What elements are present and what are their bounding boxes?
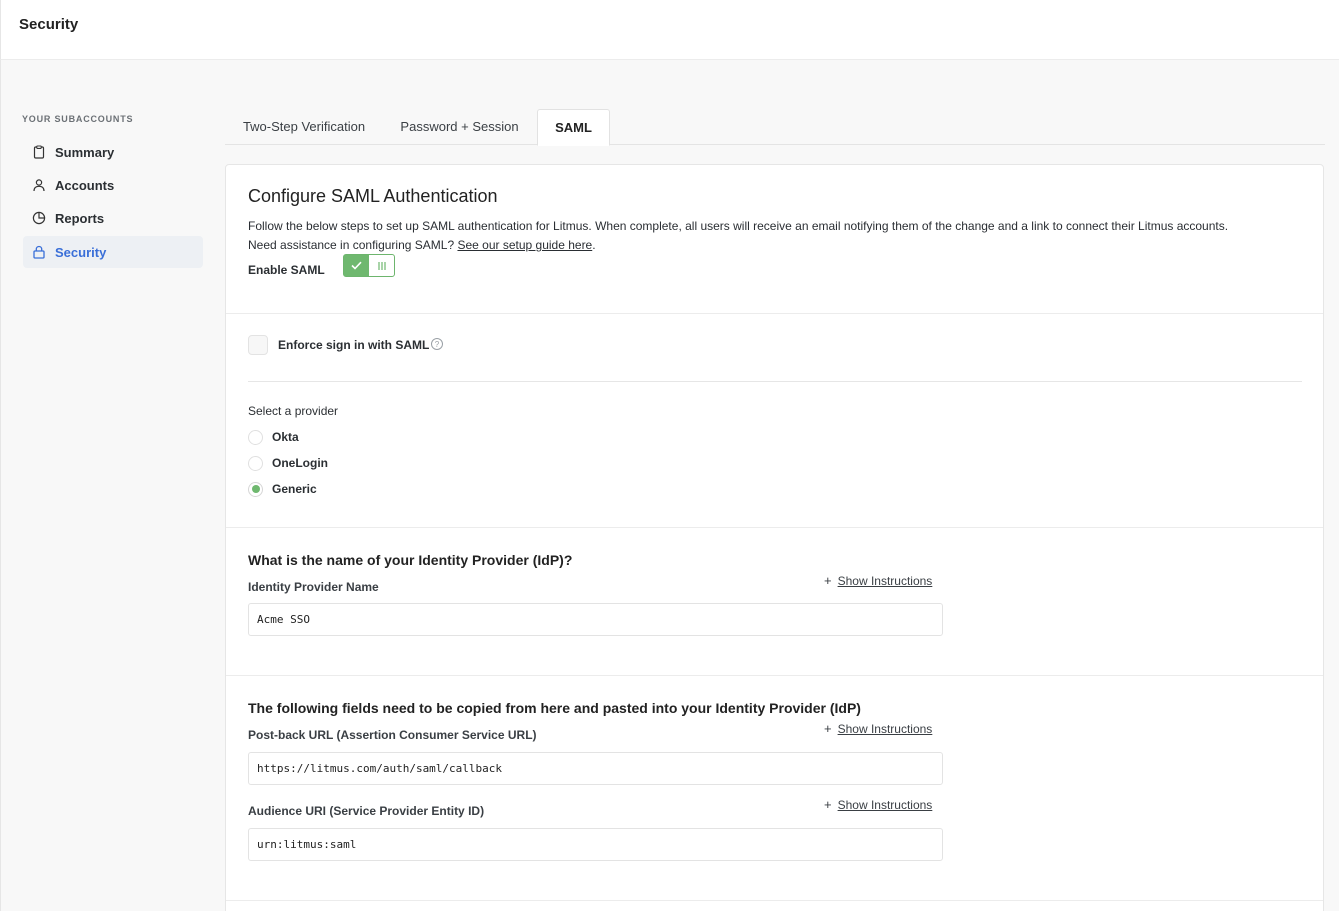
- saml-card: Configure SAML Authentication Follow the…: [225, 164, 1324, 911]
- tab-saml[interactable]: SAML: [537, 109, 610, 146]
- sidebar-heading: YOUR SUBACCOUNTS: [22, 114, 134, 124]
- page-title: Security: [19, 16, 79, 33]
- tab-two-step-verification[interactable]: Two-Step Verification: [234, 109, 374, 145]
- provider-label: Select a provider: [248, 404, 339, 418]
- description-line: Follow the below steps to set up SAML au…: [248, 219, 1229, 233]
- enable-saml-toggle[interactable]: [343, 254, 395, 277]
- idp-name-label: Identity Provider Name: [248, 580, 379, 594]
- plus-icon: +: [824, 721, 832, 736]
- plus-icon: +: [824, 573, 832, 588]
- clipboard-icon: [31, 144, 47, 160]
- plus-icon: +: [824, 797, 832, 812]
- help-icon[interactable]: ?: [431, 338, 443, 350]
- show-instructions-link[interactable]: Show Instructions: [838, 722, 933, 736]
- divider: [248, 381, 1302, 382]
- guide-suffix: .: [592, 238, 596, 252]
- sidebar-item-reports[interactable]: Reports: [23, 202, 203, 234]
- audience-uri-field[interactable]: urn:litmus:saml: [248, 828, 943, 861]
- provider-option-okta[interactable]: Okta: [248, 428, 299, 446]
- assist-text: Need assistance in configuring SAML?: [248, 238, 455, 252]
- show-instructions-postback[interactable]: + Show Instructions: [824, 721, 932, 736]
- divider: [226, 527, 1323, 528]
- sidebar-item-accounts[interactable]: Accounts: [23, 169, 203, 201]
- divider: [226, 313, 1323, 314]
- section-title: Configure SAML Authentication: [248, 186, 498, 206]
- provider-option-onelogin[interactable]: OneLogin: [248, 454, 328, 472]
- provider-option-label: Generic: [272, 482, 317, 496]
- radio-button[interactable]: [248, 455, 263, 471]
- radio-button-selected[interactable]: [248, 481, 263, 497]
- postback-url-label: Post-back URL (Assertion Consumer Servic…: [248, 728, 537, 742]
- tab-bar: Two-Step Verification Password + Session…: [225, 109, 1325, 146]
- enforce-saml-checkbox[interactable]: [248, 335, 268, 355]
- show-instructions-link[interactable]: Show Instructions: [838, 798, 933, 812]
- setup-guide-link[interactable]: See our setup guide here: [457, 238, 592, 252]
- show-instructions-idp[interactable]: + Show Instructions: [824, 573, 932, 588]
- provider-option-label: Okta: [272, 430, 299, 444]
- show-instructions-link[interactable]: Show Instructions: [838, 574, 933, 588]
- pie-chart-icon: [31, 210, 47, 226]
- audience-uri-label: Audience URI (Service Provider Entity ID…: [248, 804, 485, 818]
- radio-dot: [251, 485, 260, 493]
- idp-question: What is the name of your Identity Provid…: [248, 552, 573, 568]
- toggle-handle-icon: [369, 255, 394, 276]
- sidebar: YOUR SUBACCOUNTS Summary Accounts Report…: [0, 60, 215, 911]
- tab-password-session[interactable]: Password + Session: [393, 109, 526, 145]
- divider: [226, 675, 1323, 676]
- sidebar-item-label: Accounts: [55, 177, 115, 193]
- top-bar: Security: [0, 0, 1339, 60]
- sidebar-item-security[interactable]: Security: [23, 236, 203, 268]
- description-text: Follow the below steps to set up SAML au…: [248, 217, 1308, 255]
- enforce-saml-label: Enforce sign in with SAML: [278, 338, 430, 352]
- enable-saml-label: Enable SAML: [248, 263, 325, 277]
- sidebar-item-label: Summary: [55, 144, 115, 160]
- idp-name-input[interactable]: Acme SSO: [248, 603, 943, 636]
- provider-option-generic[interactable]: Generic: [248, 480, 317, 498]
- sidebar-item-label: Security: [55, 244, 107, 260]
- user-icon: [31, 177, 47, 193]
- divider: [226, 900, 1323, 901]
- sidebar-item-label: Reports: [55, 210, 105, 226]
- checkmark-icon: [344, 255, 369, 276]
- radio-button[interactable]: [248, 429, 263, 445]
- provider-option-label: OneLogin: [272, 456, 328, 470]
- postback-url-field[interactable]: https://litmus.com/auth/saml/callback: [248, 752, 943, 785]
- show-instructions-audience[interactable]: + Show Instructions: [824, 797, 932, 812]
- lock-icon: [31, 244, 47, 260]
- copy-fields-title: The following fields need to be copied f…: [248, 700, 861, 716]
- sidebar-item-summary[interactable]: Summary: [23, 136, 203, 168]
